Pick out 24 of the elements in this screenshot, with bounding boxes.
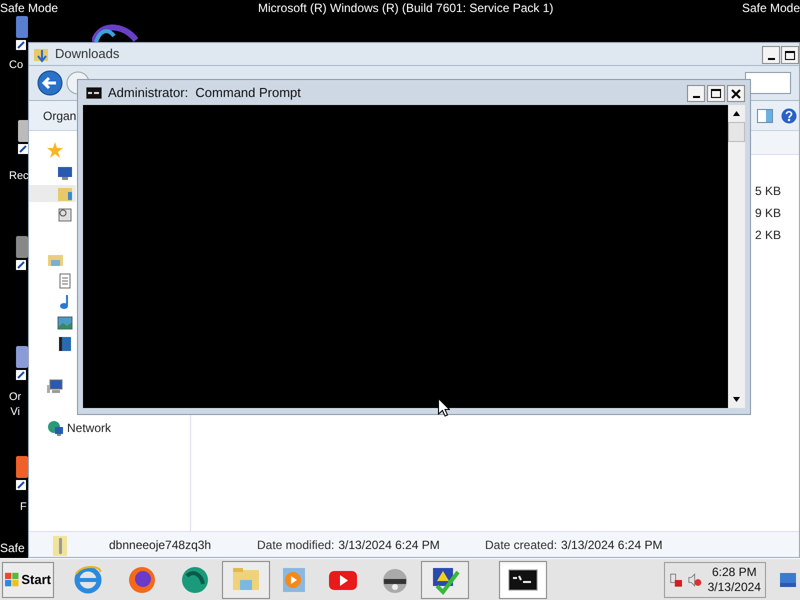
safe-mode-label: Safe Mode (0, 0, 58, 16)
icon-label: Co (9, 58, 24, 73)
safe-mode-label: Safe Mode (742, 0, 800, 16)
icon-label: Vi (10, 405, 20, 420)
detail-value: 3/13/2024 6:24 PM (338, 536, 440, 554)
start-button[interactable]: Start (2, 562, 54, 598)
detail-value: 3/13/2024 6:24 PM (561, 536, 662, 554)
window-title: Downloads (55, 45, 120, 64)
icon-label: F (20, 500, 27, 515)
detail-label: Date created: (485, 536, 558, 554)
organize-menu[interactable]: Organ (43, 106, 76, 124)
nav-item[interactable]: Network (67, 419, 112, 437)
file-name: dbnneeoje748zq3h (109, 536, 212, 554)
detail-label: Date modified: (257, 536, 334, 554)
file-size: 2 KB (754, 227, 781, 243)
file-size: 9 KB (754, 205, 781, 221)
file-size: 5 KB (754, 183, 781, 199)
window-title: Administrator: Command Prompt (108, 84, 301, 102)
safe-mode-label: Safe (0, 540, 25, 556)
clock-date[interactable]: 3/13/2024 (708, 580, 761, 594)
clock-time[interactable]: 6:28 PM (712, 564, 757, 580)
icon-label: Rec (9, 169, 29, 184)
build-info-label: Microsoft (R) Windows (R) (Build 7601: Service Pack 1) (258, 0, 554, 16)
icon-label: Or (9, 390, 22, 405)
